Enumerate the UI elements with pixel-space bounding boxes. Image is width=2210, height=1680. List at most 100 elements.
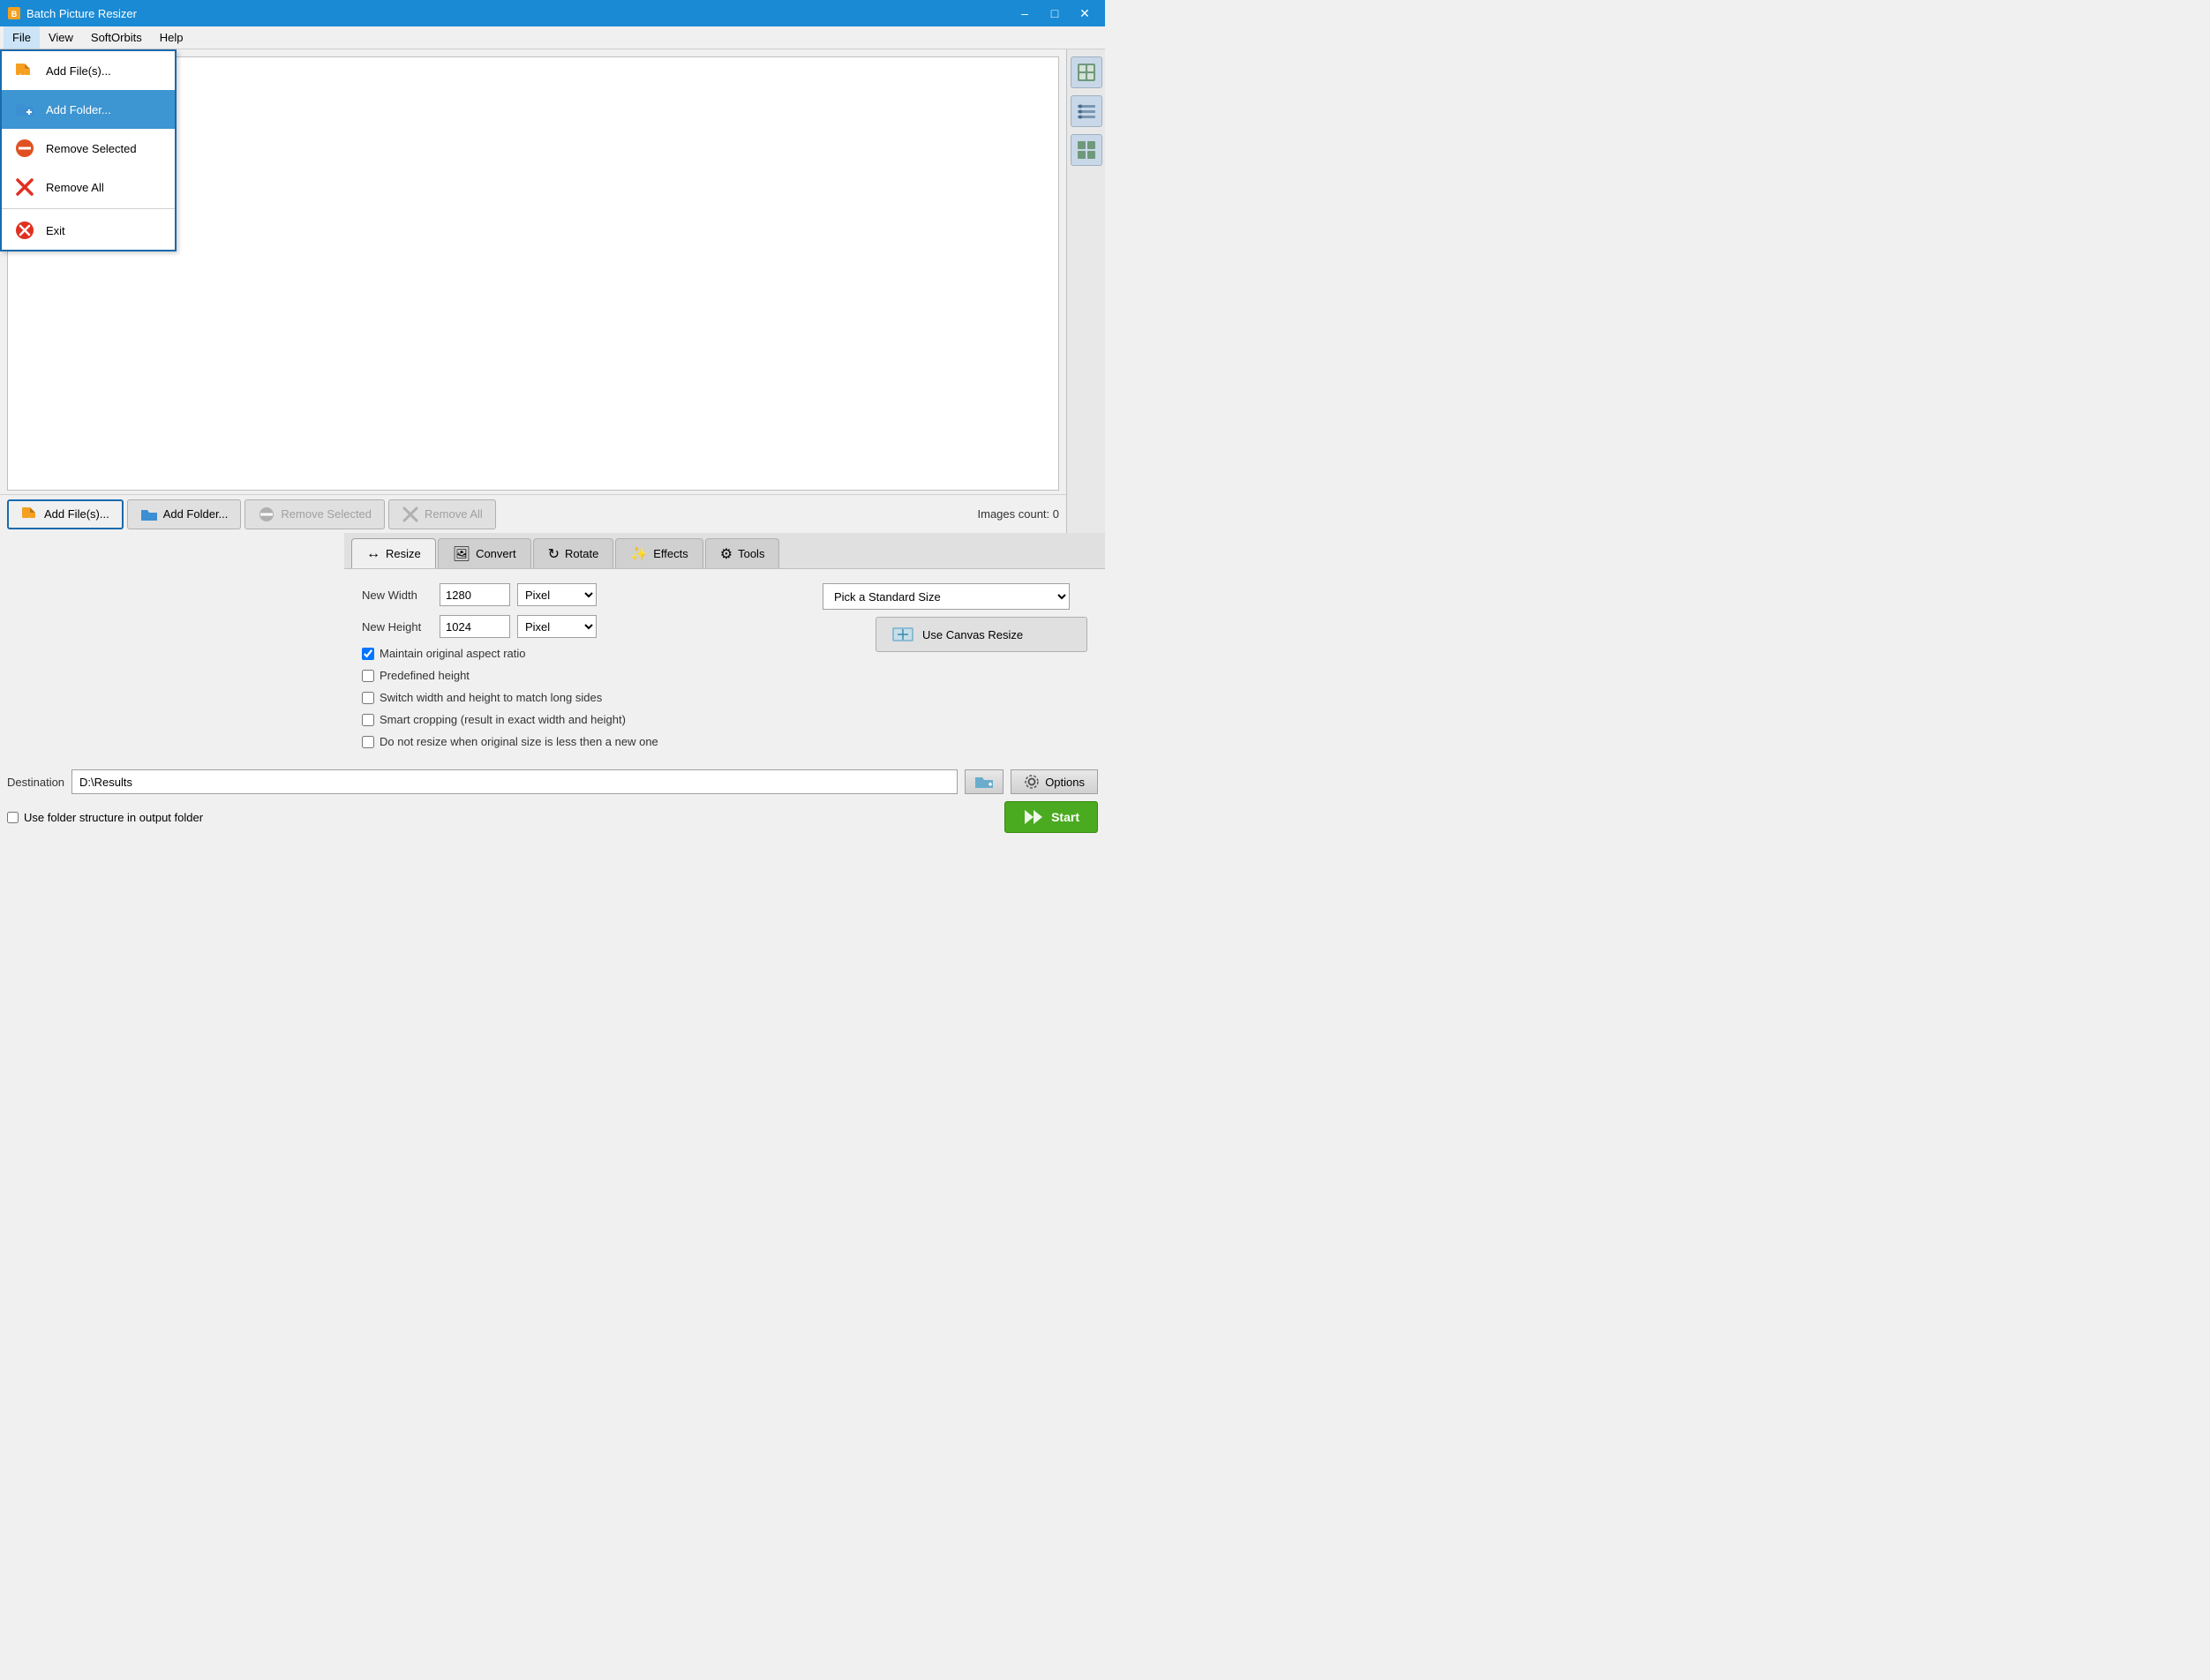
standard-size-select[interactable]: Pick a Standard Size 640x480 800x600 102… <box>823 583 1070 610</box>
add-files-button[interactable]: Add File(s)... <box>7 499 124 529</box>
resize-tab-icon: ↔ <box>366 546 380 562</box>
sidebar-thumbnails-large-button[interactable] <box>1071 56 1102 88</box>
resize-left-col: New Width Pixel Percent Inch Cm New He <box>362 583 805 748</box>
new-height-row: New Height Pixel Percent Inch Cm <box>362 615 805 638</box>
resize-two-col: New Width Pixel Percent Inch Cm New He <box>362 583 1087 748</box>
remove-selected-label: Remove Selected <box>46 142 137 155</box>
resize-form: New Width Pixel Percent Inch Cm New He <box>362 583 805 748</box>
canvas-resize-button[interactable]: Use Canvas Resize <box>876 617 1087 652</box>
minimize-button[interactable]: – <box>1011 4 1038 23</box>
resize-right-col: Pick a Standard Size 640x480 800x600 102… <box>823 583 1087 748</box>
new-height-label: New Height <box>362 620 432 634</box>
close-button[interactable]: ✕ <box>1071 4 1098 23</box>
tab-effects-label: Effects <box>653 547 688 560</box>
toolbar: Add File(s)... Add Folder... Remove Sele… <box>0 494 1066 533</box>
remove-selected-button[interactable]: Remove Selected <box>244 499 385 529</box>
add-files-label: Add File(s)... <box>46 64 111 78</box>
new-height-input[interactable] <box>440 615 510 638</box>
tab-resize[interactable]: ↔ Resize <box>351 538 436 568</box>
canvas-resize-icon <box>891 622 915 647</box>
new-width-input[interactable] <box>440 583 510 606</box>
new-width-label: New Width <box>362 589 432 602</box>
remove-all-button[interactable]: Remove All <box>388 499 496 529</box>
title-bar-left: B Batch Picture Resizer <box>7 6 137 20</box>
add-folder-icon <box>14 99 35 120</box>
add-folder-toolbar-icon <box>140 506 158 523</box>
options-button[interactable]: Options <box>1011 769 1098 794</box>
new-height-unit-select[interactable]: Pixel Percent Inch Cm <box>517 615 597 638</box>
no-resize-label: Do not resize when original size is less… <box>380 735 658 748</box>
tabs-and-content: ↔ Resize 🖼 Convert ↻ Rotate ✨ Effects ⚙ … <box>0 533 1105 840</box>
svg-text:+: + <box>19 71 23 79</box>
maintain-ratio-label: Maintain original aspect ratio <box>380 647 525 660</box>
switch-wh-checkbox[interactable] <box>362 692 374 704</box>
remove-selected-toolbar-icon <box>258 506 275 523</box>
menu-remove-all[interactable]: Remove All <box>2 168 175 206</box>
exit-icon <box>14 220 35 241</box>
convert-tab-icon: 🖼 <box>453 545 470 563</box>
predefined-height-checkbox[interactable] <box>362 670 374 682</box>
tab-convert-label: Convert <box>476 547 516 560</box>
resize-tab-content: New Width Pixel Percent Inch Cm New He <box>344 569 1105 762</box>
remove-all-toolbar-icon <box>402 506 419 523</box>
tab-effects[interactable]: ✨ Effects <box>615 538 703 568</box>
predefined-height-label: Predefined height <box>380 669 470 682</box>
new-width-row: New Width Pixel Percent Inch Cm <box>362 583 805 606</box>
menu-item-softorbits[interactable]: SoftOrbits <box>82 26 151 49</box>
add-files-toolbar-icon <box>21 506 39 523</box>
sidebar-list-button[interactable] <box>1071 95 1102 127</box>
menu-remove-selected[interactable]: Remove Selected <box>2 129 175 168</box>
no-resize-checkbox[interactable] <box>362 736 374 748</box>
tools-tab-icon: ⚙ <box>720 545 733 563</box>
images-count: Images count: 0 <box>978 507 1060 521</box>
bottom-row2: Use folder structure in output folder St… <box>0 801 1105 840</box>
switch-wh-label: Switch width and height to match long si… <box>380 691 602 704</box>
smart-crop-checkbox[interactable] <box>362 714 374 726</box>
start-label: Start <box>1051 810 1079 824</box>
menu-add-folder[interactable]: Add Folder... <box>2 90 175 129</box>
options-gear-icon <box>1024 774 1040 790</box>
tab-convert[interactable]: 🖼 Convert <box>438 538 531 568</box>
remove-selected-icon <box>14 138 35 159</box>
menu-exit[interactable]: Exit <box>2 211 175 250</box>
maximize-button[interactable]: □ <box>1041 4 1068 23</box>
menu-item-help[interactable]: Help <box>151 26 192 49</box>
destination-label: Destination <box>7 776 64 789</box>
add-files-icon: + <box>14 60 35 81</box>
use-folder-check-row: Use folder structure in output folder <box>7 811 203 824</box>
app-icon: B <box>7 6 21 20</box>
list-view-icon <box>1077 101 1096 121</box>
smart-crop-row: Smart cropping (result in exact width an… <box>362 713 805 726</box>
add-folder-label: Add Folder... <box>46 103 111 116</box>
thumbnails-large-icon <box>1077 63 1096 82</box>
predefined-height-row: Predefined height <box>362 669 805 682</box>
tab-tools-label: Tools <box>738 547 764 560</box>
destination-folder-button[interactable] <box>965 769 1004 794</box>
maintain-ratio-checkbox[interactable] <box>362 648 374 660</box>
tabs-container: ↔ Resize 🖼 Convert ↻ Rotate ✨ Effects ⚙ … <box>344 533 1105 569</box>
new-width-unit-select[interactable]: Pixel Percent Inch Cm <box>517 583 597 606</box>
title-bar: B Batch Picture Resizer – □ ✕ <box>0 0 1105 26</box>
use-folder-label: Use folder structure in output folder <box>24 811 203 824</box>
use-folder-checkbox[interactable] <box>7 812 19 823</box>
tab-rotate[interactable]: ↻ Rotate <box>533 538 614 568</box>
destination-folder-icon <box>974 774 994 790</box>
remove-all-icon <box>14 176 35 198</box>
switch-wh-row: Switch width and height to match long si… <box>362 691 805 704</box>
tab-rotate-label: Rotate <box>565 547 598 560</box>
app-title: Batch Picture Resizer <box>26 7 137 20</box>
add-folder-button[interactable]: Add Folder... <box>127 499 242 529</box>
options-label: Options <box>1045 776 1085 789</box>
effects-tab-icon: ✨ <box>630 545 648 563</box>
menu-divider <box>2 208 175 209</box>
start-button[interactable]: Start <box>1004 801 1098 833</box>
menu-item-view[interactable]: View <box>40 26 82 49</box>
menu-item-file[interactable]: File <box>4 26 40 49</box>
sidebar-grid-button[interactable] <box>1071 134 1102 166</box>
menu-add-files[interactable]: + Add File(s)... <box>2 51 175 90</box>
tab-tools[interactable]: ⚙ Tools <box>705 538 780 568</box>
tab-resize-label: Resize <box>386 547 421 560</box>
destination-input[interactable] <box>71 769 958 794</box>
smart-crop-label: Smart cropping (result in exact width an… <box>380 713 626 726</box>
file-dropdown-menu: + Add File(s)... Add Folder... <box>0 49 177 251</box>
